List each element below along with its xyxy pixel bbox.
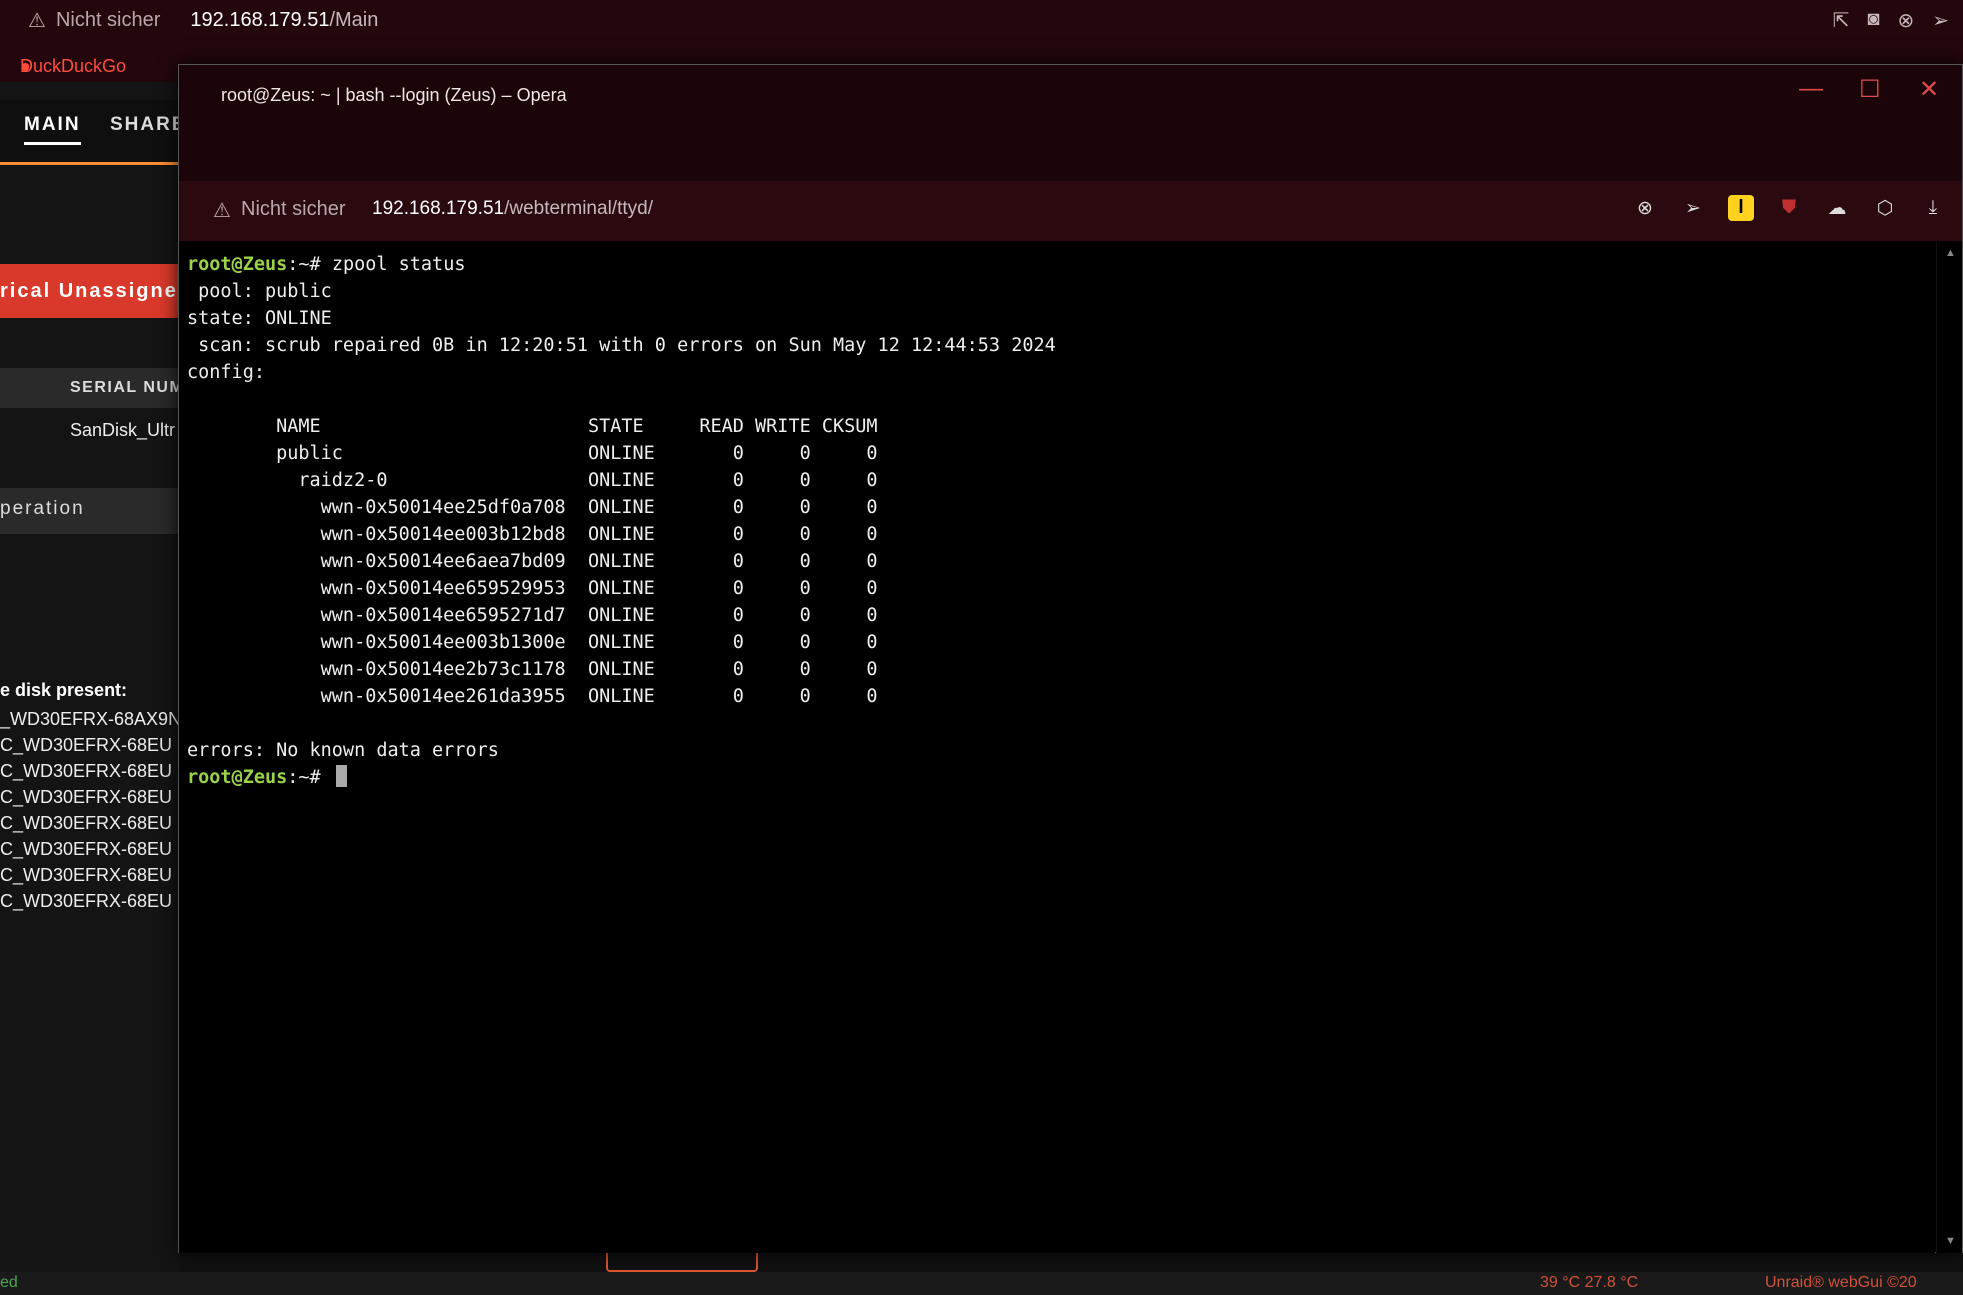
terminal-line: scan: scrub repaired 0B in 12:20:51 with… bbox=[187, 335, 1056, 356]
terminal-cursor bbox=[335, 765, 347, 787]
bookmark-duckduckgo[interactable]: DuckDuckGo bbox=[0, 56, 126, 77]
terminal-command-line: root@Zeus:~# zpool status bbox=[187, 254, 466, 275]
url-text[interactable]: 192.168.179.51/webterminal/ttyd/ bbox=[372, 198, 653, 220]
terminal-window: root@Zeus: ~ | bash --login (Zeus) – Ope… bbox=[178, 64, 1963, 1253]
close-button[interactable]: ✕ bbox=[1919, 75, 1939, 104]
unraid-nav: MAIN SHARE bbox=[0, 100, 185, 165]
send-icon[interactable]: ➢ bbox=[1932, 8, 1949, 33]
scroll-up-icon[interactable]: ▲ bbox=[1945, 247, 1956, 259]
minimize-button[interactable]: — bbox=[1799, 75, 1823, 103]
terminal-line: NAME STATE READ WRITE CKSUM bbox=[187, 416, 878, 437]
serial-number-value: SanDisk_Ultr bbox=[70, 420, 176, 440]
historical-unassigned-bar: rical Unassigne bbox=[0, 264, 180, 318]
operation-bar: peration bbox=[0, 488, 180, 534]
terminal-line: wwn-0x50014ee261da3955 ONLINE 0 0 0 bbox=[187, 686, 878, 707]
bg-browser-toolbar: ⚠ Nicht sicher 192.168.179.51/Main ⇱ ◙ ⊗… bbox=[0, 0, 1963, 42]
list-item: C_WD30EFRX-68EU bbox=[0, 839, 173, 859]
terminal-line: wwn-0x50014ee6595271d7 ONLINE 0 0 0 bbox=[187, 605, 878, 626]
window-address-bar[interactable]: ⚠ Nicht sicher 192.168.179.51/webtermina… bbox=[179, 181, 1962, 241]
extension-icons: ⊗ ➢ l ⛊ ☁ ⬡ ⤓ bbox=[1632, 195, 1946, 221]
terminal-line: wwn-0x50014ee659529953 ONLINE 0 0 0 bbox=[187, 578, 878, 599]
block-icon[interactable]: ⊗ bbox=[1897, 8, 1914, 33]
tab-main[interactable]: MAIN bbox=[24, 114, 81, 145]
bg-url-path: /Main bbox=[329, 9, 379, 31]
url-warning: Nicht sicher bbox=[241, 198, 346, 220]
list-item: _WD30EFRX-68AX9N bbox=[0, 709, 180, 729]
serial-number-header: SERIAL NUM bbox=[0, 368, 180, 408]
terminal-line: public ONLINE 0 0 0 bbox=[187, 443, 878, 464]
terminal-line: raidz2-0 ONLINE 0 0 0 bbox=[187, 470, 878, 491]
terminal-line: config: bbox=[187, 362, 265, 383]
disk-present-label: e disk present: bbox=[0, 680, 128, 700]
list-item: C_WD30EFRX-68EU bbox=[0, 787, 173, 807]
extension-l-icon[interactable]: l bbox=[1728, 195, 1754, 221]
terminal-line: wwn-0x50014ee25df0a708 ONLINE 0 0 0 bbox=[187, 497, 878, 518]
terminal-line: wwn-0x50014ee003b12bd8 ONLINE 0 0 0 bbox=[187, 524, 878, 545]
list-item: C_WD30EFRX-68EU bbox=[0, 891, 173, 911]
list-item: C_WD30EFRX-68EU bbox=[0, 865, 173, 885]
terminal-line: wwn-0x50014ee2b73c1178 ONLINE 0 0 0 bbox=[187, 659, 878, 680]
warning-icon: ⚠ bbox=[28, 10, 46, 32]
status-text: ed bbox=[0, 1274, 18, 1291]
terminal-output[interactable]: root@Zeus:~# zpool status pool: public s… bbox=[179, 241, 1935, 1253]
disk-list: _WD30EFRX-68AX9N C_WD30EFRX-68EU C_WD30E… bbox=[0, 706, 180, 914]
unraid-status-bar: ed 39 °C 27.8 °C Unraid® webGui ©20 bbox=[0, 1272, 1963, 1295]
bg-url-host: 192.168.179.51 bbox=[190, 9, 330, 31]
block-icon[interactable]: ⊗ bbox=[1632, 195, 1658, 221]
unraid-copyright: Unraid® webGui ©20 bbox=[1765, 1274, 1917, 1291]
terminal-line: wwn-0x50014ee003b1300e ONLINE 0 0 0 bbox=[187, 632, 878, 653]
download-icon[interactable]: ⤓ bbox=[1920, 195, 1946, 221]
share-icon[interactable]: ⇱ bbox=[1833, 8, 1850, 33]
terminal-line: errors: No known data errors bbox=[187, 740, 499, 761]
warning-icon: ⚠ bbox=[213, 200, 231, 222]
bg-toolbar-icons: ⇱ ◙ ⊗ ➢ bbox=[1833, 8, 1949, 33]
ublock-icon[interactable]: ⛊ bbox=[1776, 195, 1802, 221]
cube-icon[interactable]: ⬡ bbox=[1872, 195, 1898, 221]
camera-icon[interactable]: ◙ bbox=[1867, 8, 1879, 33]
window-titlebar[interactable]: root@Zeus: ~ | bash --login (Zeus) – Ope… bbox=[179, 65, 1962, 181]
bg-address-bar[interactable]: ⚠ Nicht sicher 192.168.179.51/Main bbox=[28, 8, 378, 33]
bg-url-warning: Nicht sicher bbox=[55, 9, 161, 31]
terminal-line: pool: public bbox=[187, 281, 332, 302]
list-item: C_WD30EFRX-68EU bbox=[0, 761, 173, 781]
terminal-scrollbar[interactable]: ▲ ▼ bbox=[1936, 241, 1962, 1253]
scroll-down-icon[interactable]: ▼ bbox=[1945, 1235, 1956, 1247]
maximize-button[interactable]: ☐ bbox=[1859, 75, 1881, 104]
list-item: C_WD30EFRX-68EU bbox=[0, 813, 173, 833]
terminal-command: zpool status bbox=[331, 254, 466, 275]
unraid-page-left bbox=[0, 82, 180, 1272]
send-icon[interactable]: ➢ bbox=[1680, 195, 1706, 221]
vpn-icon[interactable]: ☁ bbox=[1824, 195, 1850, 221]
terminal-line: wwn-0x50014ee6aea7bd09 ONLINE 0 0 0 bbox=[187, 551, 878, 572]
window-title: root@Zeus: ~ | bash --login (Zeus) – Ope… bbox=[221, 85, 567, 105]
list-item: C_WD30EFRX-68EU bbox=[0, 735, 173, 755]
temperature-readout: 39 °C 27.8 °C bbox=[1540, 1274, 1639, 1291]
tab-share[interactable]: SHARE bbox=[110, 114, 187, 136]
terminal-line: state: ONLINE bbox=[187, 308, 332, 329]
terminal-prompt-line[interactable]: root@Zeus:~# bbox=[187, 764, 1935, 791]
